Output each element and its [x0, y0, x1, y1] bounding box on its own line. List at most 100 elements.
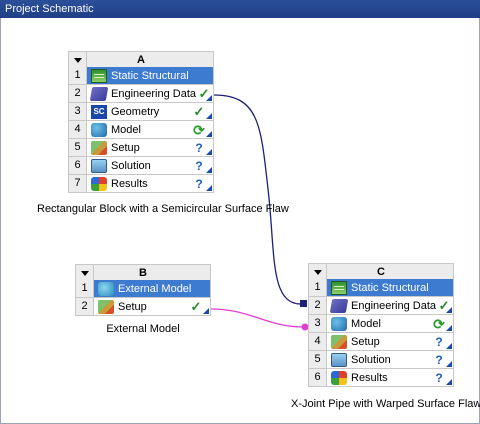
row-label: Setup: [111, 141, 140, 154]
system-c[interactable]: C 1 Static Structural 2 Engineering Data…: [308, 263, 454, 387]
system-c-letter: C: [377, 266, 385, 278]
system-b-letter: B: [139, 267, 147, 279]
row-label: Results: [351, 371, 388, 384]
system-a-caption[interactable]: Rectangular Block with a Semicircular Su…: [37, 203, 289, 215]
row-number: 3: [309, 315, 327, 332]
setup-icon: [98, 299, 114, 314]
solution-icon: [331, 352, 347, 367]
refresh-icon: ⟳: [193, 121, 205, 138]
corner-arrow-icon[interactable]: [446, 361, 452, 367]
row-number: 2: [309, 297, 327, 314]
system-b-header[interactable]: B: [75, 264, 211, 281]
row-number: 6: [309, 369, 327, 386]
system-a-header[interactable]: A: [68, 51, 214, 68]
static-structural-icon: [91, 68, 107, 83]
system-a-row-4[interactable]: 4 Model ⟳: [68, 121, 214, 139]
engineering-data-icon: [89, 86, 109, 101]
engineering-data-icon: [329, 298, 349, 313]
panel-title-bar: Project Schematic: [0, 0, 480, 18]
question-icon: ?: [195, 158, 203, 173]
check-icon: ✓: [193, 103, 205, 119]
system-c-row-2[interactable]: 2 Engineering Data ✓: [308, 297, 454, 315]
corner-arrow-icon[interactable]: [206, 113, 212, 119]
system-c-row-3[interactable]: 3 Model ⟳: [308, 315, 454, 333]
row-number: 1: [309, 279, 327, 296]
corner-arrow-icon[interactable]: [203, 308, 209, 314]
corner-arrow-icon[interactable]: [206, 95, 212, 101]
corner-arrow-icon[interactable]: [206, 167, 212, 173]
row-number: 5: [69, 139, 87, 156]
system-b-row-1[interactable]: 1 External Model: [75, 280, 211, 298]
row-label: Results: [111, 177, 148, 190]
row-label: Engineering Data: [351, 299, 437, 312]
row-label: External Model: [118, 282, 192, 295]
system-b[interactable]: B 1 External Model 2 Setup ✓: [75, 264, 211, 316]
static-structural-icon: [331, 280, 347, 295]
system-c-caption[interactable]: X-Joint Pipe with Warped Surface Flaw: [291, 398, 480, 410]
corner-arrow-icon[interactable]: [446, 307, 452, 313]
check-icon: ✓: [190, 298, 202, 314]
setup-icon: [91, 140, 107, 155]
results-icon: [91, 176, 107, 191]
row-label: Model: [351, 317, 381, 330]
link-end-square: [300, 300, 307, 307]
row-number: 2: [69, 85, 87, 102]
row-label: Setup: [118, 300, 147, 313]
external-model-icon: [98, 281, 114, 296]
question-icon: ?: [195, 140, 203, 155]
row-number: 1: [76, 280, 94, 297]
system-a-row-1[interactable]: 1 Static Structural: [68, 67, 214, 85]
system-a-row-7[interactable]: 7 Results ?: [68, 175, 214, 193]
system-b-menu-arrow[interactable]: [76, 265, 94, 281]
refresh-icon: ⟳: [433, 315, 445, 332]
setup-icon: [331, 334, 347, 349]
corner-arrow-icon[interactable]: [206, 131, 212, 137]
question-icon: ?: [435, 352, 443, 367]
model-icon: [91, 122, 107, 137]
system-b-caption[interactable]: External Model: [75, 323, 211, 335]
corner-arrow-icon[interactable]: [206, 149, 212, 155]
system-a-row-3[interactable]: 3 SC Geometry ✓: [68, 103, 214, 121]
corner-arrow-icon[interactable]: [446, 343, 452, 349]
question-icon: ?: [435, 370, 443, 385]
system-a-menu-arrow[interactable]: [69, 52, 87, 68]
row-number: 4: [309, 333, 327, 350]
row-number: 3: [69, 103, 87, 120]
row-label: Model: [111, 123, 141, 136]
corner-arrow-icon[interactable]: [206, 185, 212, 191]
schematic-canvas[interactable]: A 1 Static Structural 2 Engineering Data…: [0, 18, 480, 424]
question-icon: ?: [195, 176, 203, 191]
solution-icon: [91, 158, 107, 173]
row-label: Geometry: [111, 105, 160, 118]
question-icon: ?: [435, 334, 443, 349]
system-a-row-2[interactable]: 2 Engineering Data ✓: [68, 85, 214, 103]
system-a-row-5[interactable]: 5 Setup ?: [68, 139, 214, 157]
system-c-row-4[interactable]: 4 Setup ?: [308, 333, 454, 351]
row-label: Setup: [351, 335, 380, 348]
row-label: Static Structural: [111, 69, 189, 82]
geometry-icon: SC: [91, 104, 107, 119]
model-icon: [331, 316, 347, 331]
corner-arrow-icon[interactable]: [446, 325, 452, 331]
corner-arrow-icon[interactable]: [446, 379, 452, 385]
row-number: 6: [69, 157, 87, 174]
row-label: Solution: [351, 353, 391, 366]
system-c-row-5[interactable]: 5 Solution ?: [308, 351, 454, 369]
row-number: 5: [309, 351, 327, 368]
row-number: 2: [76, 298, 94, 315]
engineering-data-share-link: [213, 94, 302, 305]
row-label: Solution: [111, 159, 151, 172]
system-c-header[interactable]: C: [308, 263, 454, 280]
row-number: 4: [69, 121, 87, 138]
system-a[interactable]: A 1 Static Structural 2 Engineering Data…: [68, 51, 214, 193]
system-c-row-1[interactable]: 1 Static Structural: [308, 279, 454, 297]
row-number: 7: [69, 175, 87, 192]
row-number: 1: [69, 67, 87, 84]
system-c-row-6[interactable]: 6 Results ?: [308, 369, 454, 387]
system-c-menu-arrow[interactable]: [309, 264, 327, 280]
row-label: Engineering Data: [111, 87, 197, 100]
row-label: Static Structural: [351, 281, 429, 294]
system-b-row-2[interactable]: 2 Setup ✓: [75, 298, 211, 316]
system-a-row-6[interactable]: 6 Solution ?: [68, 157, 214, 175]
setup-to-model-transfer-link: [210, 308, 305, 328]
